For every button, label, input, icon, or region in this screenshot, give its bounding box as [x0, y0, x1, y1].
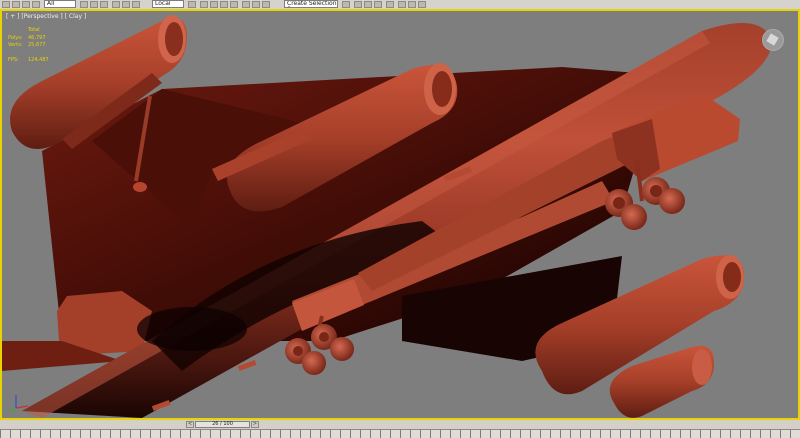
time-slider[interactable]: 26 / 100 — [195, 421, 250, 428]
stats-total-label: Total — [28, 27, 40, 33]
stats-polys-value: 46,797 — [28, 35, 46, 41]
viewport-label-menu[interactable]: [ + ] [Perspective ] [ Clay ] — [6, 13, 86, 20]
timeline: < 26 / 100 > — [0, 420, 800, 438]
schematic-view-icon[interactable] — [374, 1, 382, 8]
percent-snap-icon[interactable] — [220, 1, 228, 8]
select-object-icon[interactable] — [80, 1, 88, 8]
scale-icon[interactable] — [132, 1, 140, 8]
time-next-button[interactable]: > — [251, 421, 259, 428]
align-icon[interactable] — [262, 1, 270, 8]
move-icon[interactable] — [112, 1, 120, 8]
axis-tripod-icon — [10, 395, 29, 413]
rotate-icon[interactable] — [122, 1, 130, 8]
stats-fps-label: FPS: — [8, 57, 19, 63]
named-selection-set-dropdown[interactable]: Create Selection Se — [284, 0, 338, 8]
viewcube-cube[interactable] — [766, 33, 779, 46]
render-icon[interactable] — [418, 1, 426, 8]
select-by-name-icon[interactable] — [90, 1, 98, 8]
stats-verts-value: 25,677 — [28, 42, 46, 48]
undo-icon[interactable] — [2, 1, 10, 8]
layer-manager-icon[interactable] — [342, 1, 350, 8]
stats-verts-label: Verts: — [8, 42, 23, 48]
reference-coordinate-dropdown[interactable]: Local — [152, 0, 184, 8]
region-select-icon[interactable] — [100, 1, 108, 8]
edit-named-selection-icon[interactable] — [242, 1, 250, 8]
redo-icon[interactable] — [12, 1, 20, 8]
snap-icon[interactable] — [200, 1, 208, 8]
render-frame-icon[interactable] — [408, 1, 416, 8]
angle-snap-icon[interactable] — [210, 1, 218, 8]
selection-filter-dropdown[interactable]: All — [44, 0, 76, 8]
time-prev-button[interactable]: < — [186, 421, 194, 428]
unlink-icon[interactable] — [32, 1, 40, 8]
curve-editor-icon[interactable] — [364, 1, 372, 8]
stats-polys-label: Polys: — [8, 35, 23, 41]
spinner-snap-icon[interactable] — [230, 1, 238, 8]
render-setup-icon[interactable] — [398, 1, 406, 8]
link-icon[interactable] — [22, 1, 30, 8]
perspective-viewport[interactable]: [ + ] [Perspective ] [ Clay ] Total Poly… — [0, 9, 800, 420]
viewcube-icon[interactable] — [762, 29, 784, 51]
pivot-icon[interactable] — [188, 1, 196, 8]
graphite-tools-icon[interactable] — [354, 1, 362, 8]
aircraft-model-render — [2, 15, 772, 418]
material-editor-icon[interactable] — [386, 1, 394, 8]
stats-fps-value: 124.487 — [28, 57, 49, 63]
mirror-icon[interactable] — [252, 1, 260, 8]
